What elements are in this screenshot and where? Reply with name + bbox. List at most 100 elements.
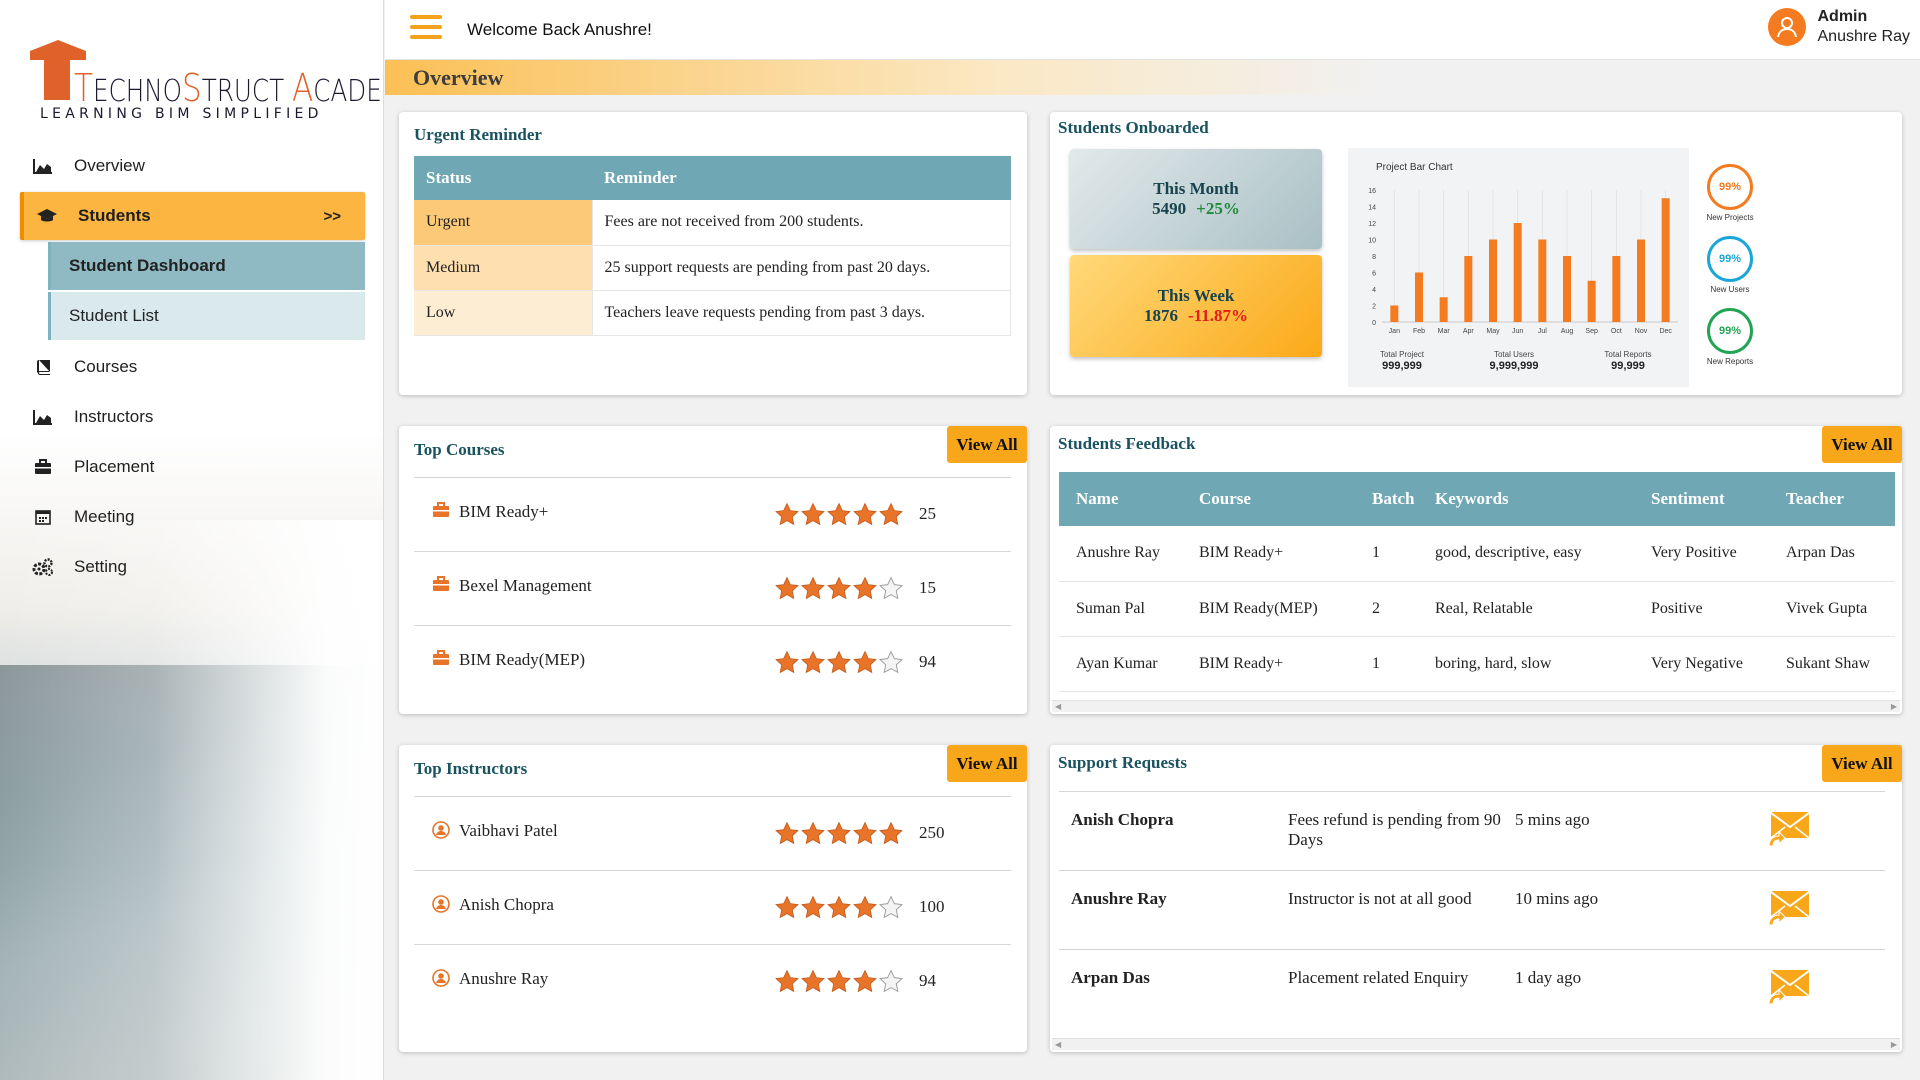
table-row[interactable]: Ayan Kumar BIM Ready+ 1 boring, hard, slow V… <box>1059 636 1895 692</box>
reply-mail-icon[interactable] <box>1765 889 1811 929</box>
list-item[interactable]: Vaibhavi Patel 250 <box>414 796 1011 870</box>
card-title: Students Onboarded <box>1058 118 1209 137</box>
star-empty-icon <box>878 895 904 920</box>
sidebar-item-label: Placement <box>74 457 155 476</box>
user-profile[interactable]: Admin Anushre Ray <box>1767 8 1910 46</box>
new-users-ring: 99% New Users <box>1698 236 1762 294</box>
brand-logo[interactable]: TECHNOSTRUCT ACADEMY LEARNING BIM SIMPLI… <box>30 36 383 128</box>
new-projects-ring: 99% New Projects <box>1698 164 1762 222</box>
sidebar-item-courses[interactable]: Courses <box>20 343 365 391</box>
stat-value: 999,999 <box>1382 360 1422 372</box>
tile-change-positive: +25% <box>1196 199 1240 218</box>
sidebar-item-placement[interactable]: Placement <box>20 443 365 491</box>
table-row[interactable]: Suman Pal BIM Ready(MEP) 2 Real, Relatable P… <box>1059 581 1895 637</box>
x-tick-label: Dec <box>1659 328 1672 335</box>
bar-oct[interactable] <box>1612 256 1621 322</box>
bar-jan[interactable] <box>1390 305 1399 323</box>
reply-mail-icon[interactable] <box>1765 810 1811 850</box>
course-cell: BIM Ready(MEP) <box>1182 581 1355 637</box>
bar-jun[interactable] <box>1513 223 1522 322</box>
star-filled-icon <box>878 502 904 527</box>
bar-jul[interactable] <box>1538 239 1547 323</box>
table-row[interactable]: Urgent Fees are not received from 200 st… <box>414 200 1011 246</box>
rating-count: 25 <box>919 504 936 523</box>
sidebar-item-instructors[interactable]: Instructors <box>20 393 365 441</box>
status-cell: Urgent <box>414 200 593 246</box>
column-header: Course <box>1182 472 1355 526</box>
progress-ring: 99% <box>1707 164 1753 210</box>
star-filled-icon <box>800 895 826 920</box>
y-tick-label: 2 <box>1372 304 1376 311</box>
list-item[interactable]: BIM Ready+ 25 <box>414 477 1011 551</box>
item-name: Anushre Ray <box>459 969 549 988</box>
list-item[interactable]: Anish Chopra 100 <box>414 870 1011 944</box>
requester-name: Anish Chopra <box>1071 810 1174 829</box>
sidebar-item-meeting[interactable]: Meeting <box>20 493 365 541</box>
support-request-row[interactable]: Anushre Ray Instructor is not at all good… <box>1059 870 1885 949</box>
star-empty-icon <box>878 576 904 601</box>
sidebar-subitem-student-list[interactable]: Student List <box>48 292 365 340</box>
progress-ring: 99% <box>1707 236 1753 282</box>
bar-nov[interactable] <box>1637 239 1645 323</box>
star-filled-icon <box>774 576 800 601</box>
table-header-row: Status Reminder <box>414 156 1011 200</box>
bar-mar[interactable] <box>1439 297 1448 322</box>
request-time: 10 mins ago <box>1515 889 1599 908</box>
cogs-icon <box>32 558 54 576</box>
x-tick-label: May <box>1486 328 1500 335</box>
list-item[interactable]: Anushre Ray 94 <box>414 944 1011 1018</box>
this-month-tile[interactable]: This Month 5490 +25% <box>1070 149 1322 249</box>
this-week-tile[interactable]: This Week 1876 -11.87% <box>1070 255 1322 357</box>
view-all-courses-button[interactable]: View All <box>947 426 1027 463</box>
horizontal-scrollbar[interactable]: ◀ ▶ <box>1052 1038 1900 1050</box>
sidebar-item-label: Setting <box>74 557 127 576</box>
bar-aug[interactable] <box>1563 256 1571 322</box>
expand-chevron-icon[interactable]: >> <box>323 208 341 225</box>
star-filled-icon <box>774 502 800 527</box>
support-request-row[interactable]: Arpan Das Placement related Enquiry 1 day … <box>1059 949 1885 1028</box>
column-header: Keywords <box>1418 472 1634 526</box>
star-filled-icon <box>826 502 852 527</box>
view-all-support-button[interactable]: View All <box>1822 745 1902 782</box>
star-filled-icon <box>774 895 800 920</box>
reminder-table: Status Reminder Urgent Fees are not rece… <box>414 156 1011 336</box>
table-row[interactable]: Low Teachers leave requests pending from… <box>414 290 1011 336</box>
star-filled-icon <box>878 821 904 846</box>
view-all-feedback-button[interactable]: View All <box>1822 426 1902 463</box>
hamburger-menu-icon[interactable] <box>410 15 442 43</box>
keywords-cell: boring, hard, slow <box>1418 636 1634 692</box>
horizontal-scrollbar[interactable]: ◀ ▶ <box>1052 700 1900 712</box>
y-tick-label: 12 <box>1368 221 1376 228</box>
column-header: Name <box>1059 472 1182 526</box>
x-tick-label: Mar <box>1438 328 1451 335</box>
briefcase-icon <box>432 576 450 592</box>
bar-dec[interactable] <box>1661 198 1670 322</box>
sidebar-subitem-student-dashboard[interactable]: Student Dashboard <box>48 242 365 290</box>
tile-value: 5490 <box>1152 199 1187 218</box>
list-item[interactable]: BIM Ready(MEP) 94 <box>414 625 1011 699</box>
ring-label: New Projects <box>1706 213 1754 222</box>
bar-may[interactable] <box>1489 239 1497 323</box>
students-onboarded-card: Students Onboarded This Month 5490 +25% T… <box>1050 112 1902 395</box>
bar-apr[interactable] <box>1464 256 1473 322</box>
table-row[interactable]: Medium 25 support requests are pending f… <box>414 245 1011 291</box>
teacher-cell: Sukant Shaw <box>1769 636 1895 692</box>
logo-roof-shape <box>30 40 86 60</box>
bar-sep[interactable] <box>1587 280 1596 322</box>
bar-feb[interactable] <box>1415 272 1423 323</box>
list-item[interactable]: Bexel Management 15 <box>414 551 1011 625</box>
batch-cell: 1 <box>1355 526 1418 582</box>
sidebar-item-overview[interactable]: Overview <box>20 142 365 190</box>
y-tick-label: 8 <box>1372 254 1376 261</box>
user-role: Admin <box>1817 8 1868 25</box>
request-message: Instructor is not at all good <box>1288 889 1472 908</box>
reply-mail-icon[interactable] <box>1765 968 1811 1008</box>
sidebar-item-students[interactable]: Students >> <box>20 192 365 240</box>
card-title: Urgent Reminder <box>414 125 542 144</box>
view-all-instructors-button[interactable]: View All <box>947 745 1027 782</box>
stat-label: Total Users <box>1493 350 1534 359</box>
sidebar-item-setting[interactable]: Setting <box>20 543 365 591</box>
top-courses-card: Top Courses View All BIM Ready+ 25 Bexel M… <box>399 426 1027 714</box>
support-request-row[interactable]: Anish Chopra Fees refund is pending from … <box>1059 791 1885 870</box>
table-row[interactable]: Anushre Ray BIM Ready+ 1 good, descriptive,… <box>1059 526 1895 582</box>
